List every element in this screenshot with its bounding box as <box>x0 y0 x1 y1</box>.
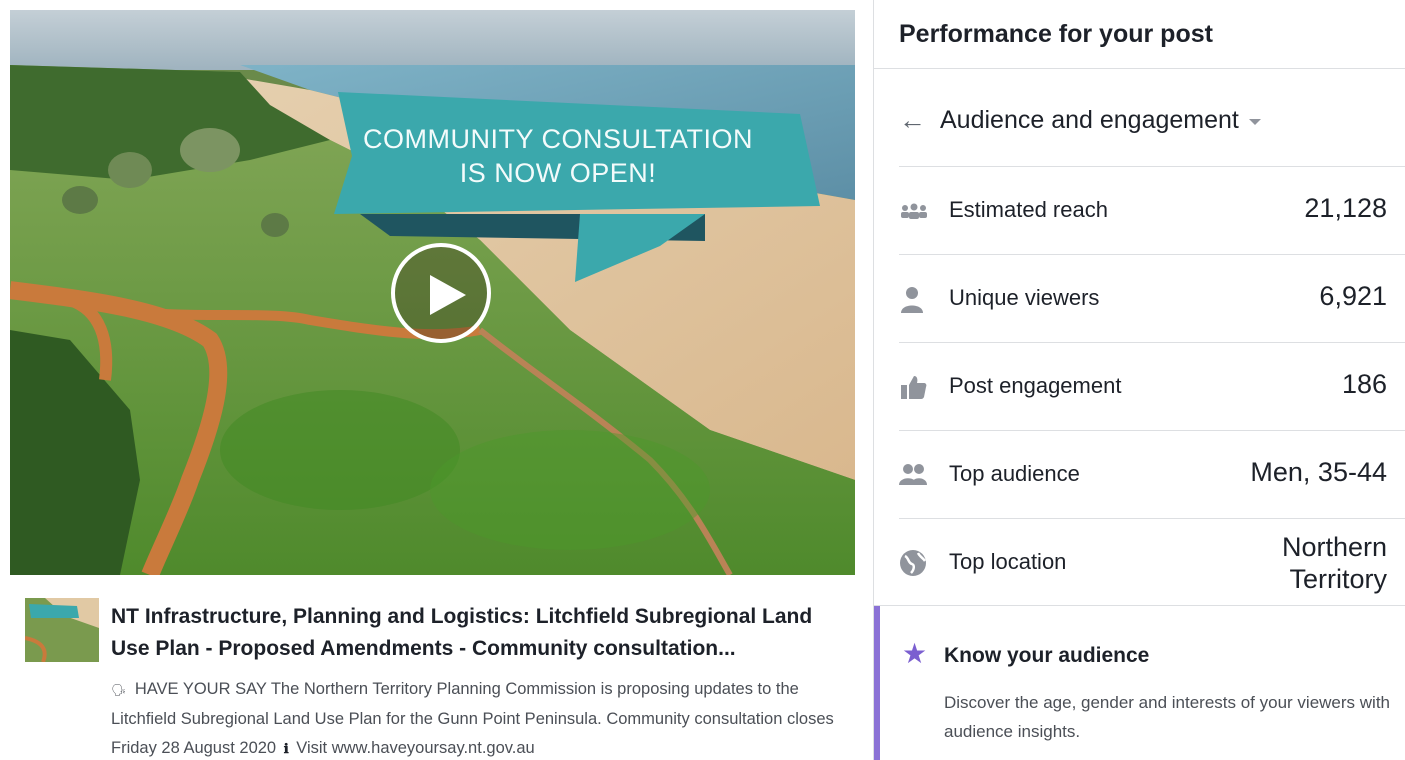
screen: COMMUNITY CONSULTATION IS NOW OPEN! NT I… <box>0 0 1405 760</box>
metric-value: Northern Territory <box>1237 531 1387 595</box>
metric-label: Top location <box>949 549 1067 574</box>
link-description: 🗣 HAVE YOUR SAY The Northern Territory P… <box>111 675 856 760</box>
banner-line-1: COMMUNITY CONSULTATION <box>362 124 753 154</box>
tip-title[interactable]: Know your audience <box>944 644 1149 668</box>
metric-value: 186 <box>1341 369 1387 399</box>
know-your-audience-tip[interactable]: ★ Know your audience Discover the age, g… <box>874 605 1405 760</box>
info-icon: ℹ <box>283 741 289 756</box>
metric-top-audience: Top audience Men, 35-44 <box>899 430 1405 518</box>
metric-value-line-1: Northern <box>1281 532 1387 562</box>
thumbs-up-icon <box>901 376 927 399</box>
back-arrow-icon[interactable]: ← <box>899 106 926 134</box>
video-player[interactable]: COMMUNITY CONSULTATION IS NOW OPEN! <box>10 10 855 575</box>
tip-body: Discover the age, gender and interests o… <box>944 693 1391 741</box>
person-icon <box>901 287 923 313</box>
play-button[interactable] <box>391 243 491 343</box>
metric-value: 21,128 <box>1304 193 1387 223</box>
metric-value-line-2: Territory <box>1289 564 1387 594</box>
play-icon <box>430 275 466 315</box>
metric-label: Post engagement <box>949 373 1122 398</box>
thumbnail-image <box>25 598 99 662</box>
dropdown-label: Audience and engagement <box>940 105 1239 134</box>
performance-panel: Performance for your post ← Audience and… <box>873 0 1405 760</box>
tip-accent-bar <box>874 606 880 760</box>
metric-unique-viewers: Unique viewers 6,921 <box>899 254 1405 342</box>
link-title[interactable]: NT Infrastructure, Planning and Logistic… <box>111 601 856 665</box>
link-thumbnail[interactable] <box>25 598 99 662</box>
people-group-icon <box>901 203 927 219</box>
star-icon: ★ <box>902 638 928 669</box>
metric-top-location: Top location Northern Territory <box>899 518 1405 606</box>
metric-post-engagement: Post engagement 186 <box>899 342 1405 430</box>
banner-text: COMMUNITY CONSULTATION IS NOW OPEN! <box>348 122 768 190</box>
panel-title: Performance for your post <box>899 20 1213 48</box>
metric-label: Top audience <box>949 461 1080 486</box>
audience-engagement-dropdown[interactable]: ← Audience and engagement <box>899 90 1261 150</box>
metric-value: Men, 35-44 <box>1250 457 1387 487</box>
metric-estimated-reach: Estimated reach 21,128 <box>899 166 1405 254</box>
link-description-url: Visit www.haveyoursay.nt.gov.au <box>296 739 535 757</box>
speaking-head-icon: 🗣 <box>111 683 127 697</box>
banner-line-2: IS NOW OPEN! <box>459 158 657 188</box>
divider <box>874 68 1405 69</box>
globe-icon <box>900 550 927 576</box>
two-people-icon <box>899 464 927 485</box>
metric-label: Unique viewers <box>949 285 1100 310</box>
metric-label: Estimated reach <box>949 197 1108 222</box>
chevron-down-icon <box>1248 119 1261 125</box>
metric-value: 6,921 <box>1319 281 1387 311</box>
